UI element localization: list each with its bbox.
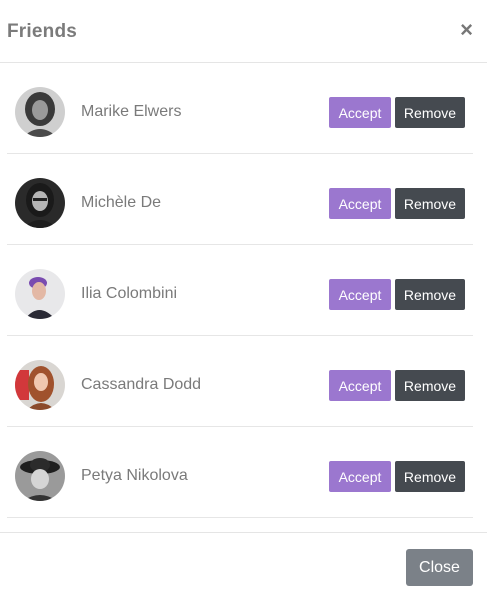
friend-name: Ilia Colombini bbox=[81, 285, 178, 302]
accept-button[interactable]: Accept bbox=[329, 188, 391, 219]
list-item: Cassandra Dodd Accept Remove bbox=[7, 336, 473, 427]
avatar bbox=[15, 360, 65, 410]
list-item: Michèle De Accept Remove bbox=[7, 154, 473, 245]
avatar bbox=[15, 269, 65, 319]
remove-button[interactable]: Remove bbox=[395, 370, 465, 401]
friend-name: Cassandra Dodd bbox=[81, 376, 202, 393]
friends-modal: Friends × Marike Elwers Accept Remove Mi… bbox=[0, 0, 487, 598]
remove-button[interactable]: Remove bbox=[395, 279, 465, 310]
list-item: Ilia Colombini Accept Remove bbox=[7, 245, 473, 336]
friend-name: Petya Nikolova bbox=[81, 467, 188, 484]
close-button[interactable]: Close bbox=[406, 549, 473, 586]
accept-button[interactable]: Accept bbox=[329, 279, 391, 310]
remove-button[interactable]: Remove bbox=[395, 188, 465, 219]
accept-button[interactable]: Accept bbox=[329, 97, 391, 128]
avatar bbox=[15, 451, 65, 501]
modal-footer: Close bbox=[0, 532, 487, 598]
avatar bbox=[15, 178, 65, 228]
list-item: Petya Nikolova Accept Remove bbox=[7, 427, 473, 518]
modal-title: Friends bbox=[7, 21, 78, 42]
avatar bbox=[15, 87, 65, 137]
close-icon[interactable]: × bbox=[460, 18, 473, 42]
remove-button[interactable]: Remove bbox=[395, 97, 465, 128]
friend-list: Marike Elwers Accept Remove Michèle De A… bbox=[7, 63, 473, 518]
accept-button[interactable]: Accept bbox=[329, 370, 391, 401]
accept-button[interactable]: Accept bbox=[329, 461, 391, 492]
remove-button[interactable]: Remove bbox=[395, 461, 465, 492]
list-item: Marike Elwers Accept Remove bbox=[7, 63, 473, 154]
modal-header: Friends × bbox=[0, 0, 487, 63]
friend-name: Marike Elwers bbox=[81, 103, 182, 120]
friend-name: Michèle De bbox=[81, 194, 162, 211]
